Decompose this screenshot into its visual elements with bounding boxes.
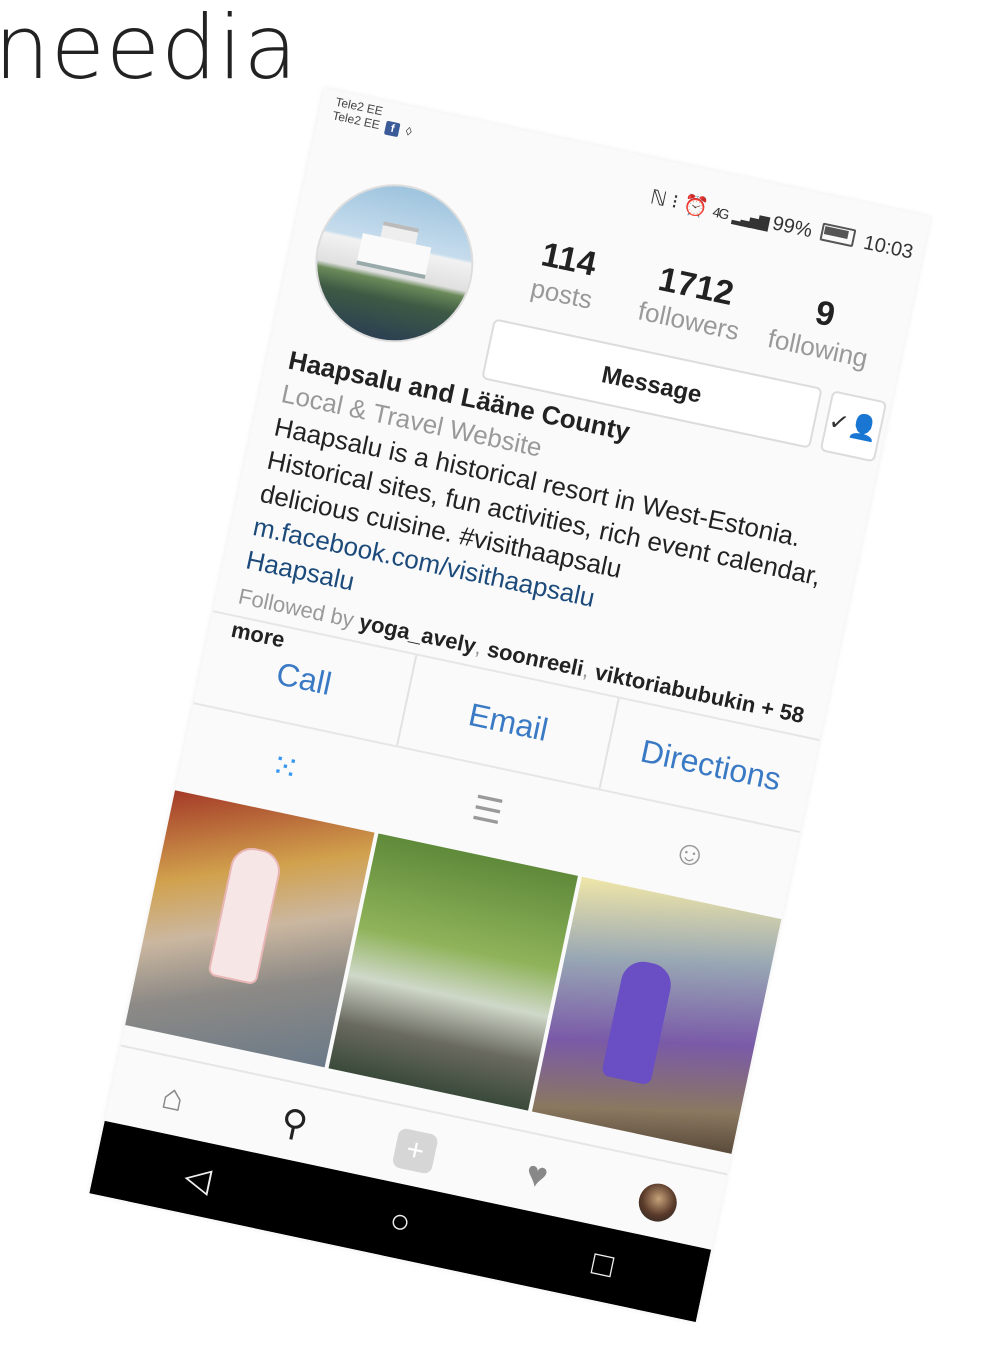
- post-thumbnail[interactable]: [531, 876, 782, 1154]
- carrier-info: Tele2 EE Tele2 EE f ◊: [331, 95, 416, 140]
- photo-child-figure: [601, 957, 675, 1086]
- photo-child-figure: [207, 843, 285, 986]
- back-icon: ◁: [181, 1157, 215, 1200]
- stat-posts[interactable]: 114 posts: [500, 228, 632, 321]
- list-icon: ☰: [468, 788, 507, 833]
- tagged-photo-icon: ☺: [669, 831, 711, 876]
- profile-avatar-icon: [635, 1180, 681, 1226]
- stat-following[interactable]: 9 following: [756, 283, 888, 376]
- recents-icon: □: [588, 1243, 617, 1286]
- stat-followers[interactable]: 1712 followers: [627, 255, 759, 348]
- avatar-building: [356, 233, 432, 279]
- add-post-icon: +: [391, 1127, 439, 1176]
- phone-screenshot: Tele2 EE Tele2 EE f ◊ ℕ ⁝ ⏰ 4G ▂▃▅▇ 99% …: [89, 87, 931, 1323]
- search-icon: ⚲: [277, 1100, 312, 1146]
- grid-icon: ⁙: [267, 746, 303, 790]
- slide-title: needia: [0, 0, 299, 99]
- battery-icon: [819, 222, 857, 248]
- airbnb-icon: ◊: [404, 123, 414, 139]
- signal-icon: ▂▃▅▇: [731, 207, 769, 231]
- status-icons: ℕ ⁝ ⏰ 4G ▂▃▅▇ 99% 10:03: [648, 184, 915, 264]
- nfc-vibrate-alarm-icons: ℕ ⁝ ⏰: [648, 186, 711, 221]
- heart-icon: ♥: [522, 1152, 552, 1197]
- facebook-icon: f: [384, 120, 401, 138]
- battery-percent: 99%: [770, 212, 815, 243]
- person-check-icon: ✓👤: [826, 407, 881, 445]
- clock: 10:03: [861, 231, 916, 264]
- network-type: 4G: [711, 203, 729, 223]
- profile-avatar[interactable]: [300, 169, 489, 357]
- circle-home-icon: ○: [386, 1200, 415, 1243]
- home-icon: ⌂: [158, 1074, 189, 1120]
- following-status-button[interactable]: ✓👤: [819, 390, 888, 463]
